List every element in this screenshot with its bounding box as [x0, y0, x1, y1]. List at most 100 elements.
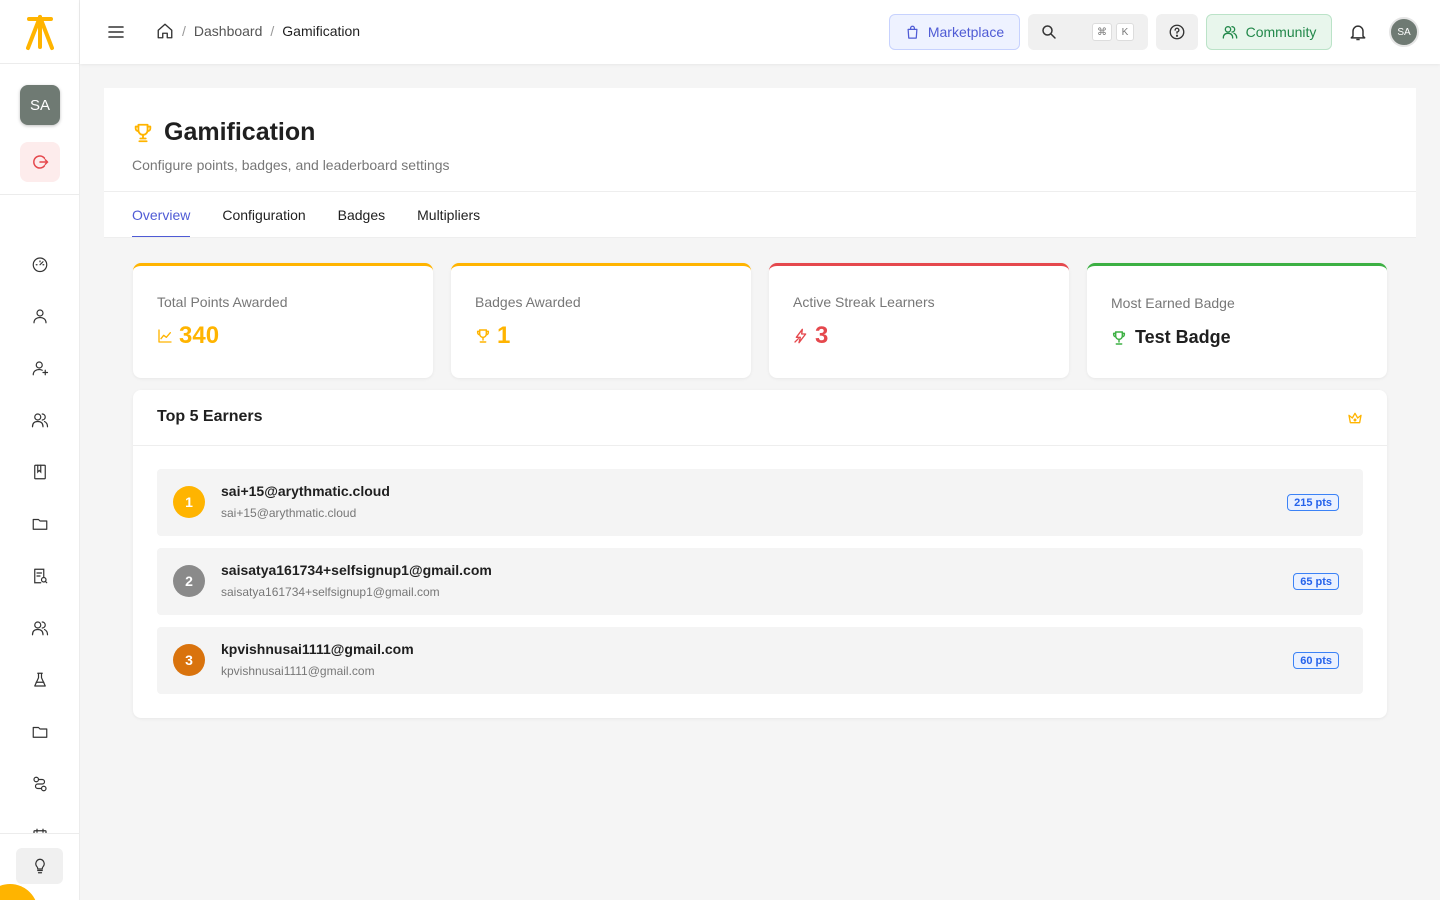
- sidebar-avatar[interactable]: SA: [20, 85, 60, 125]
- sidebar: SA: [0, 0, 80, 900]
- earner-row[interactable]: 2 saisatya161734+selfsignup1@gmail.com s…: [157, 548, 1363, 615]
- earner-name: kpvishnusai1111@gmail.com: [221, 641, 414, 657]
- stat-value-text: 1: [497, 322, 511, 349]
- home-icon[interactable]: [156, 22, 174, 40]
- trend-icon: [158, 329, 172, 343]
- sidebar-item-user[interactable]: [0, 290, 80, 342]
- breadcrumb-separator: /: [270, 23, 275, 39]
- earner-row[interactable]: 1 sai+15@arythmatic.cloud sai+15@arythma…: [157, 469, 1363, 536]
- community-label: Community: [1245, 24, 1317, 40]
- breadcrumb-separator: /: [182, 23, 186, 39]
- sidebar-item-groups[interactable]: [0, 394, 80, 446]
- breadcrumb-dashboard[interactable]: Dashboard: [194, 23, 263, 39]
- sidebar-item-members[interactable]: [0, 602, 80, 654]
- users-icon: [31, 413, 49, 428]
- stat-value: 3: [793, 322, 828, 350]
- help-button[interactable]: [1156, 14, 1198, 50]
- stat-value: 340: [157, 322, 219, 350]
- route-icon: [33, 776, 47, 792]
- lightbulb-icon: [34, 858, 45, 874]
- breadcrumb: / Dashboard / Gamification: [156, 22, 360, 40]
- stat-value-text: 3: [815, 322, 829, 349]
- tab-badges[interactable]: Badges: [338, 192, 385, 238]
- sidebar-item-paths[interactable]: [0, 758, 80, 810]
- stat-label: Active Streak Learners: [793, 294, 935, 310]
- rank-badge: 2: [173, 565, 205, 597]
- sidebar-item-dashboard[interactable]: [0, 238, 80, 290]
- sidebar-item-add-user[interactable]: [0, 342, 80, 394]
- stat-card-active-streak: Active Streak Learners 3: [769, 263, 1069, 378]
- tab-overview[interactable]: Overview: [132, 192, 191, 238]
- shortcut-key-k: K: [1116, 23, 1134, 41]
- folder-icon: [32, 726, 48, 738]
- notifications-button[interactable]: [1348, 22, 1368, 47]
- sidebar-divider: [0, 194, 80, 195]
- marketplace-button[interactable]: Marketplace: [889, 14, 1020, 50]
- marketplace-label: Marketplace: [927, 24, 1005, 40]
- help-icon: [1169, 24, 1185, 40]
- search-icon: [1042, 25, 1056, 39]
- user-icon: [33, 309, 47, 324]
- page-subtitle: Configure points, badges, and leaderboar…: [132, 157, 450, 173]
- sidebar-item-reports[interactable]: [0, 550, 80, 602]
- sidebar-item-calendar[interactable]: [0, 810, 80, 834]
- shortcut-key-cmd: ⌘: [1092, 23, 1112, 41]
- shopping-bag-icon: [907, 25, 918, 39]
- points-badge: 60 pts: [1293, 652, 1339, 669]
- stat-value: 1: [475, 322, 510, 350]
- user-avatar[interactable]: SA: [1389, 17, 1419, 47]
- sidebar-item-files[interactable]: [0, 498, 80, 550]
- page-header-border: [104, 237, 1416, 238]
- points-badge: 65 pts: [1293, 573, 1339, 590]
- dashboard-icon: [32, 257, 48, 273]
- users-icon: [31, 621, 49, 636]
- rank-badge: 3: [173, 644, 205, 676]
- community-button[interactable]: Community: [1206, 14, 1332, 50]
- stat-value: Test Badge: [1111, 327, 1231, 348]
- page-title-text: Gamification: [164, 118, 316, 146]
- stat-card-most-earned-badge: Most Earned Badge Test Badge: [1087, 263, 1387, 378]
- stat-label: Badges Awarded: [475, 294, 581, 310]
- top-header: / Dashboard / Gamification Marketplace ⌘…: [80, 0, 1440, 64]
- page-header: Gamification Configure points, badges, a…: [104, 88, 1416, 238]
- crown-icon: [1348, 412, 1362, 424]
- logo-icon: [25, 14, 54, 50]
- tab-configuration[interactable]: Configuration: [222, 192, 305, 238]
- search-button[interactable]: ⌘ K: [1028, 14, 1148, 50]
- folder-icon: [32, 518, 48, 530]
- stat-card-badges-awarded: Badges Awarded 1: [451, 263, 751, 378]
- floating-action-button[interactable]: [0, 884, 38, 900]
- sidebar-nav: [0, 238, 80, 834]
- app-logo[interactable]: [0, 0, 79, 64]
- logout-button[interactable]: [20, 142, 60, 182]
- users-icon: [1222, 26, 1237, 39]
- earner-name: saisatya161734+selfsignup1@gmail.com: [221, 562, 492, 578]
- flash-icon: [794, 328, 807, 344]
- tab-multipliers[interactable]: Multipliers: [417, 192, 480, 238]
- hamburger-icon: [108, 26, 124, 38]
- bell-icon: [1350, 25, 1366, 41]
- page-title: Gamification: [132, 118, 315, 147]
- trophy-icon: [134, 123, 152, 142]
- sidebar-item-folders[interactable]: [0, 706, 80, 758]
- earner-email: kpvishnusai1111@gmail.com: [221, 664, 375, 678]
- ideas-button[interactable]: [16, 848, 63, 884]
- flask-icon: [34, 672, 46, 687]
- rank-badge: 1: [173, 486, 205, 518]
- stat-value-text: 340: [179, 322, 220, 349]
- earner-email: sai+15@arythmatic.cloud: [221, 506, 357, 520]
- points-badge: 215 pts: [1287, 494, 1339, 511]
- sidebar-item-courses[interactable]: [0, 446, 80, 498]
- breadcrumb-current: Gamification: [282, 23, 361, 39]
- stat-label: Most Earned Badge: [1111, 295, 1235, 311]
- stat-value-text: Test Badge: [1135, 327, 1231, 347]
- trophy-icon: [476, 329, 490, 343]
- book-icon: [34, 464, 46, 480]
- user-plus-icon: [32, 361, 49, 376]
- menu-toggle-button[interactable]: [106, 22, 126, 42]
- sidebar-bottom-divider: [0, 833, 80, 834]
- earner-row[interactable]: 3 kpvishnusai1111@gmail.com kpvishnusai1…: [157, 627, 1363, 694]
- top-earners-header: Top 5 Earners: [133, 390, 1387, 446]
- sidebar-item-labs[interactable]: [0, 654, 80, 706]
- tab-bar: Overview Configuration Badges Multiplier…: [132, 192, 480, 238]
